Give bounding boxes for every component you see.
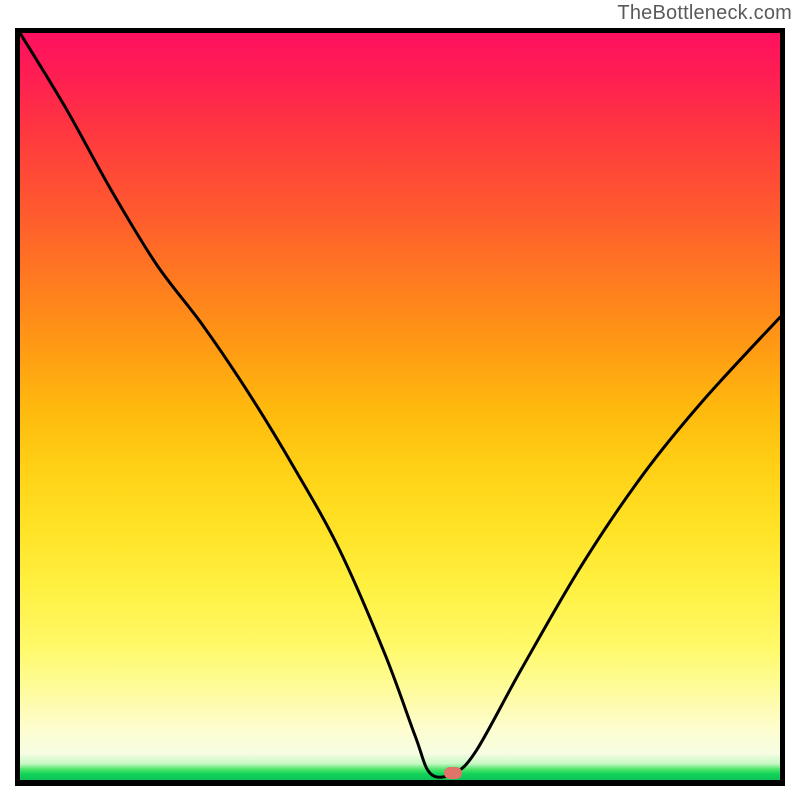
optimal-marker [444,767,462,779]
bottleneck-curve [20,33,780,781]
plot-frame [15,28,785,786]
attribution-text: TheBottleneck.com [617,2,792,25]
